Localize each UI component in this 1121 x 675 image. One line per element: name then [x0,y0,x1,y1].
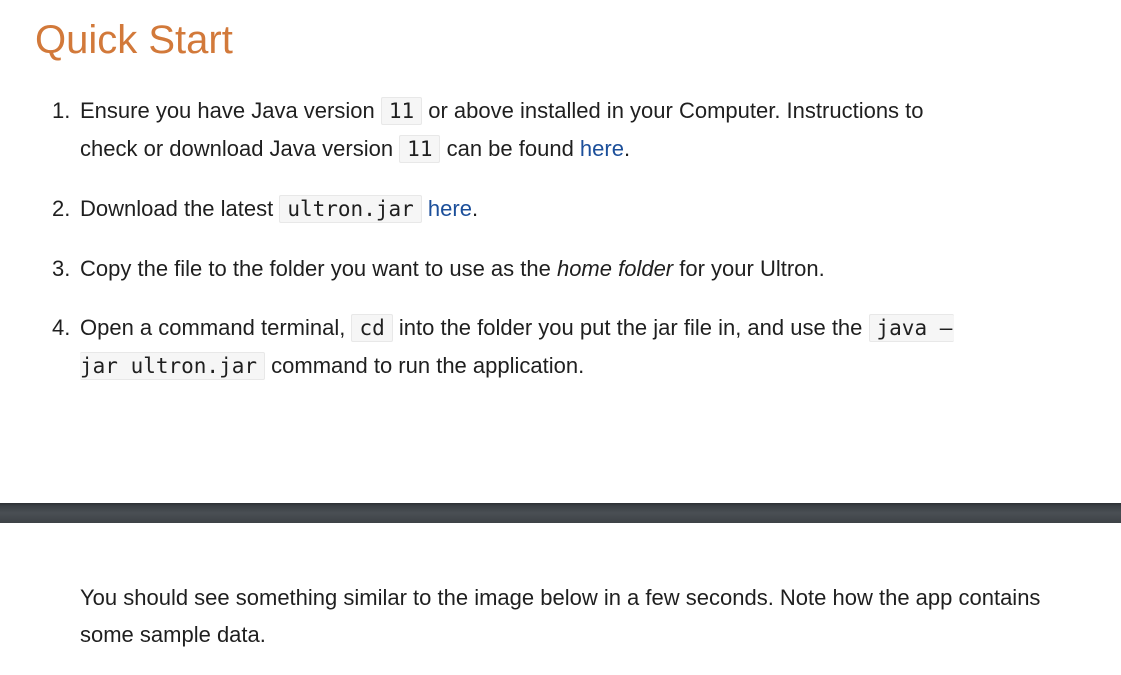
step-number: 4. [52,315,71,340]
step-text: . [623,136,631,161]
step-3: 3. Copy the file to the folder you want … [52,250,1052,287]
steps-list: 1. Ensure you have Java version 11 or ab… [52,92,1052,407]
step-text: can be found [440,136,580,161]
inline-code-cd: cd [351,314,393,342]
note-paragraph: You should see something similar to the … [80,585,1041,647]
inline-code-run-command: java – [868,314,955,342]
inline-code-java-version: 11 [399,135,441,163]
step-text: check or download Java version [80,136,400,161]
screenshot-image-edge [0,503,1121,523]
page-title: Quick Start [35,18,233,62]
step-text: Download the latest [80,196,280,221]
step-number: 1. [52,98,71,123]
step-text: . [471,196,479,221]
step-2: 2. Download the latest ultron.jar here. [52,190,1052,228]
inline-code-jar-name: ultron.jar [279,195,422,223]
java-instructions-link[interactable]: here [580,136,624,161]
step-1: 1. Ensure you have Java version 11 or ab… [52,92,1052,168]
step-text: Copy the file to the folder you want to … [80,256,557,281]
step-4: 4. Open a command terminal, cd into the … [52,309,1052,385]
step-text: command to run the application. [265,353,585,378]
step-text: into the folder you put the jar file in,… [392,315,869,340]
step-text: for your Ultron. [673,256,825,281]
step-text: or above installed in your Computer. Ins… [422,98,924,123]
inline-code-java-version: 11 [380,97,423,125]
step-text: Ensure you have Java version [80,98,381,123]
inline-code-run-command: jar ultron.jar [80,352,266,380]
step-text: Open a command terminal, [80,315,352,340]
step-number: 3. [52,256,71,281]
download-jar-link[interactable]: here [428,196,472,221]
emphasis-home-folder: home folder [556,256,674,281]
step-number: 2. [52,196,71,221]
